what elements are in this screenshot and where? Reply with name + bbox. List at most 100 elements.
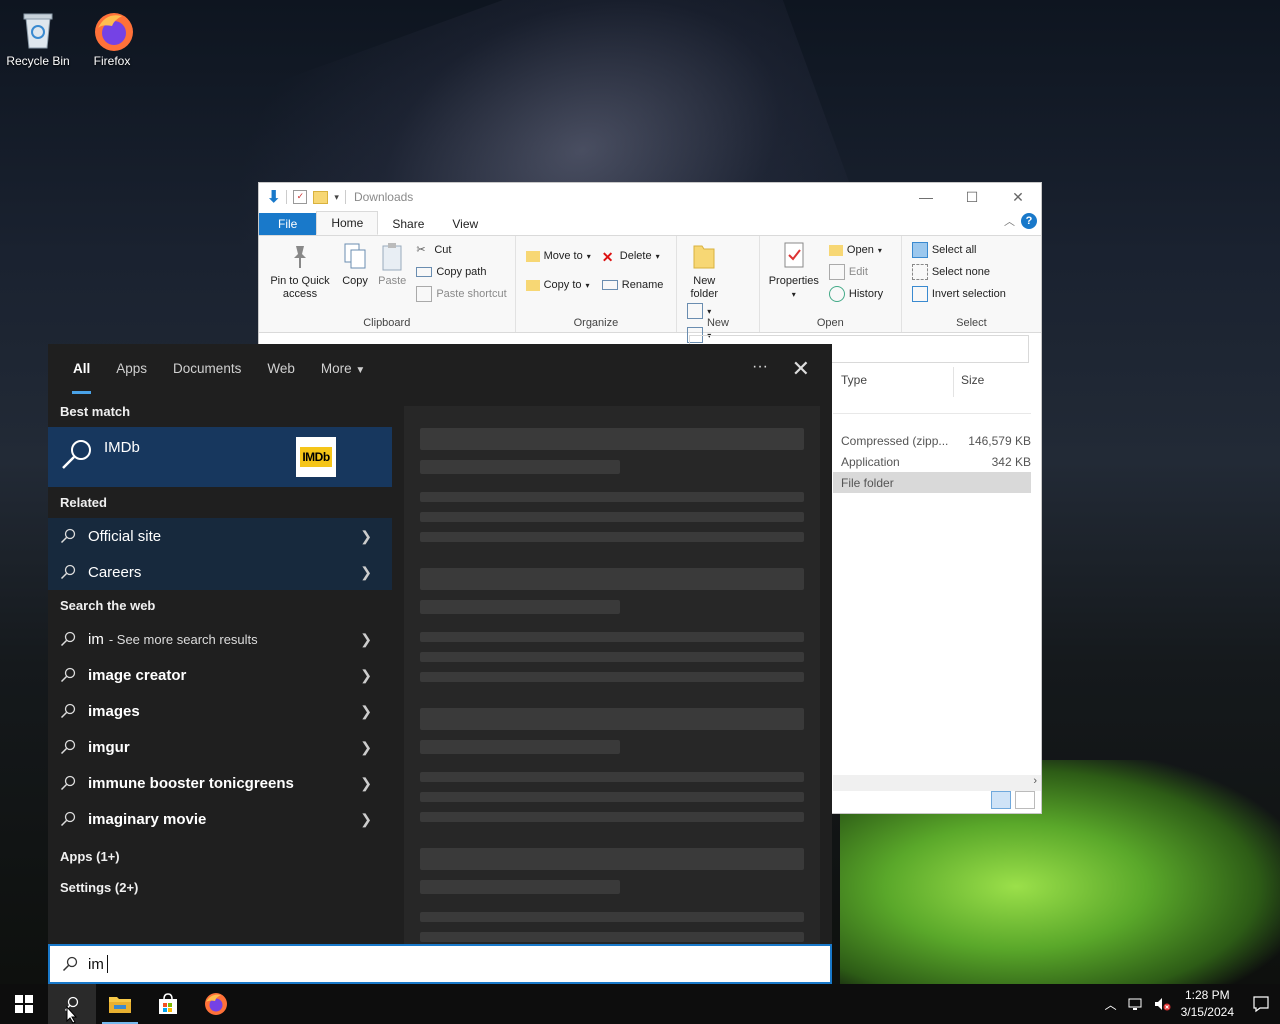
minimize-button[interactable]: — xyxy=(903,183,949,211)
web-result-item[interactable]: image creator ❯ xyxy=(48,657,392,693)
open-group: Properties ▾ Open ▾ Edit History Open xyxy=(760,236,902,332)
horizontal-scrollbar[interactable]: › xyxy=(833,775,1041,791)
file-row[interactable]: Application 342 KB xyxy=(833,451,1031,472)
search-filter-tabs: All Apps Documents Web More ▼ ··· ✕ xyxy=(48,344,832,396)
close-icon[interactable]: ✕ xyxy=(792,356,810,382)
copy-path-label: Copy path xyxy=(436,266,487,278)
details-view-button[interactable] xyxy=(991,791,1011,809)
web-result-label: image creator xyxy=(88,666,187,684)
search-input[interactable]: im xyxy=(88,956,104,973)
web-result-item[interactable]: immune booster tonicgreens ❯ xyxy=(48,765,392,801)
volume-muted-icon[interactable] xyxy=(1153,996,1171,1012)
web-result-item[interactable]: images ❯ xyxy=(48,693,392,729)
column-header-type[interactable]: Type xyxy=(841,373,867,387)
scroll-right-icon[interactable]: › xyxy=(1033,775,1037,787)
search-icon xyxy=(60,703,76,719)
edit-button[interactable]: Edit xyxy=(828,264,883,280)
network-icon[interactable] xyxy=(1127,996,1143,1012)
desktop-icon-recycle-bin[interactable]: Recycle Bin xyxy=(0,6,76,68)
history-button[interactable]: History xyxy=(828,286,883,302)
search-web-heading: Search the web xyxy=(60,598,156,613)
qa-dropdown-icon[interactable]: ▾ xyxy=(334,192,339,203)
copy-button[interactable]: Copy xyxy=(341,240,369,288)
new-folder-button[interactable]: New folder xyxy=(686,240,722,301)
web-query-suffix: - See more search results xyxy=(108,631,258,647)
search-panel: All Apps Documents Web More ▼ ··· ✕ Best… xyxy=(48,344,832,944)
large-icons-view-button[interactable] xyxy=(1015,791,1035,809)
more-options-icon[interactable]: ··· xyxy=(752,358,768,376)
column-header-size[interactable]: Size xyxy=(961,373,984,387)
loading-placeholder xyxy=(420,708,804,730)
taskbar-file-explorer[interactable] xyxy=(96,984,144,1024)
pin-quick-access-button[interactable]: Pin to Quick access xyxy=(268,240,332,301)
organize-group: Move to ▾ Copy to ▾ ✕ Delete ▾ Rename Organi… xyxy=(516,236,678,332)
rename-button[interactable]: Rename xyxy=(601,277,663,293)
tab-home[interactable]: Home xyxy=(316,211,379,235)
loading-placeholder xyxy=(420,912,804,922)
chevron-right-icon: ❯ xyxy=(360,703,372,719)
show-hidden-icons-icon[interactable]: ︿ xyxy=(1105,996,1117,1013)
related-item[interactable]: Official site ❯ xyxy=(48,518,392,554)
select-none-label: Select none xyxy=(931,266,990,278)
notifications-icon[interactable] xyxy=(1252,995,1270,1013)
tab-file[interactable]: File xyxy=(259,213,317,235)
title-bar: ⬇ ✓ ▾ Downloads — ☐ ✕ xyxy=(259,183,1041,211)
select-all-button[interactable]: Select all xyxy=(911,242,1006,258)
web-result-item[interactable]: im - See more search results ❯ xyxy=(48,621,392,657)
file-type: Compressed (zipp... xyxy=(841,433,949,448)
tab-view[interactable]: View xyxy=(438,213,492,235)
related-item[interactable]: Careers ❯ xyxy=(48,554,392,590)
loading-placeholder xyxy=(420,532,804,542)
copy-to-button[interactable]: Copy to ▾ xyxy=(525,277,591,293)
apps-count-heading[interactable]: Apps (1+) xyxy=(48,841,392,872)
start-button[interactable] xyxy=(0,984,48,1024)
tab-apps[interactable]: Apps xyxy=(103,344,160,396)
web-result-item[interactable]: imgur ❯ xyxy=(48,729,392,765)
related-heading: Related xyxy=(48,487,392,518)
file-type: File folder xyxy=(841,475,894,490)
web-result-label: imaginary movie xyxy=(88,810,207,828)
loading-placeholder xyxy=(420,428,804,450)
chevron-right-icon: ❯ xyxy=(360,528,372,544)
tab-documents[interactable]: Documents xyxy=(160,344,254,396)
new-group-label: New xyxy=(706,317,729,329)
web-result-item[interactable]: imaginary movie ❯ xyxy=(48,801,392,837)
taskbar-firefox[interactable] xyxy=(192,984,240,1024)
tab-more[interactable]: More ▼ xyxy=(308,344,378,396)
taskbar-microsoft-store[interactable] xyxy=(144,984,192,1024)
recycle-bin-icon xyxy=(18,10,58,50)
file-row[interactable]: File folder xyxy=(833,472,1031,493)
properties-check-icon[interactable]: ✓ xyxy=(293,190,308,204)
tab-share[interactable]: Share xyxy=(378,213,438,235)
help-icon[interactable]: ? xyxy=(1021,213,1037,229)
open-button[interactable]: Open ▾ xyxy=(828,242,883,258)
close-button[interactable]: ✕ xyxy=(995,183,1041,211)
move-to-button[interactable]: Move to ▾ xyxy=(525,248,591,264)
tab-web[interactable]: Web xyxy=(254,344,308,396)
invert-selection-button[interactable]: Invert selection xyxy=(911,286,1006,302)
paste-icon xyxy=(382,243,402,271)
collapse-ribbon-icon[interactable]: ︿ xyxy=(1004,213,1015,229)
text-caret xyxy=(106,955,108,973)
delete-button[interactable]: ✕ Delete ▾ xyxy=(602,248,664,265)
taskbar-search-button[interactable] xyxy=(48,984,96,1024)
paste-shortcut-button[interactable]: Paste shortcut xyxy=(416,286,507,302)
maximize-button[interactable]: ☐ xyxy=(949,183,995,211)
properties-button[interactable]: Properties ▾ xyxy=(769,240,819,301)
tab-all[interactable]: All xyxy=(60,344,103,396)
select-none-button[interactable]: Select none xyxy=(911,264,1006,280)
best-match-result[interactable]: IMDb IMDb xyxy=(48,427,392,487)
settings-count-heading[interactable]: Settings (2+) xyxy=(48,872,392,903)
desktop-icon-firefox[interactable]: Firefox xyxy=(74,6,150,68)
new-folder-qa-icon[interactable] xyxy=(313,190,329,204)
imdb-logo-text: IMDb xyxy=(300,447,332,467)
clock-date: 3/15/2024 xyxy=(1180,1005,1234,1019)
search-input-bar[interactable]: im xyxy=(48,944,832,984)
paste-button[interactable]: Paste xyxy=(378,240,406,288)
clock[interactable]: 1:28 PM 3/15/2024 xyxy=(1181,987,1234,1021)
cut-button[interactable]: ✂ Cut xyxy=(416,242,506,258)
related-item-label: Official site xyxy=(88,527,162,545)
copy-path-button[interactable]: Copy path xyxy=(416,264,506,280)
invert-selection-icon xyxy=(911,286,928,302)
file-row[interactable]: Compressed (zipp... 146,579 KB xyxy=(833,430,1031,451)
